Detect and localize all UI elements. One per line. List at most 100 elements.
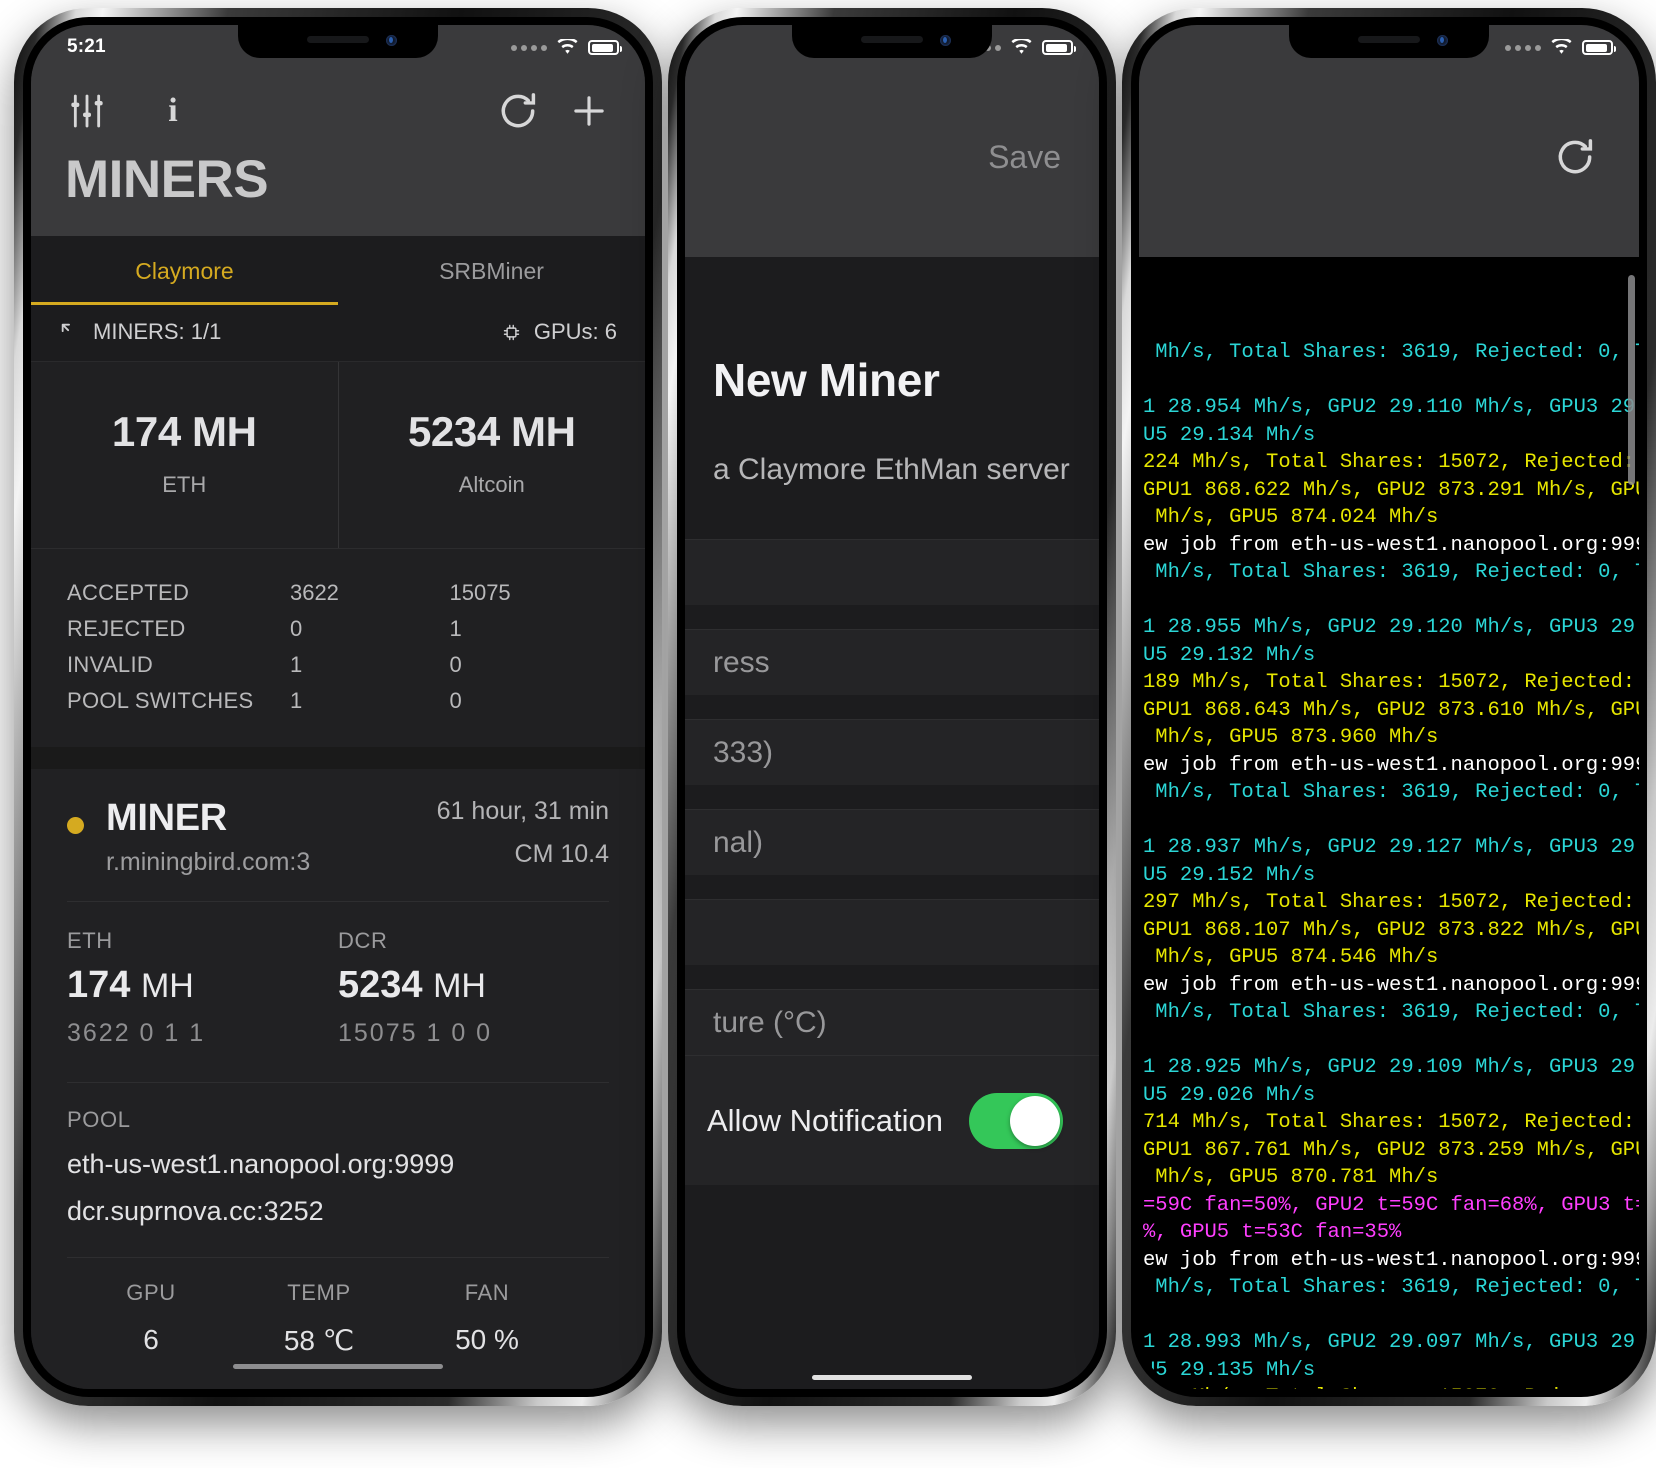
field-placeholder: ture (°C) xyxy=(713,1005,827,1039)
phone-screen: Mh/s, Total Shares: 3619, Rejected: 0, T… xyxy=(1139,25,1639,1389)
console-line: ew job from eth-us-west1.nanopool.org:99… xyxy=(1143,1248,1639,1272)
form-spacer xyxy=(685,605,1099,629)
wifi-icon xyxy=(1550,37,1573,56)
chip-icon xyxy=(503,324,520,340)
tab-srbminer[interactable]: SRBMiner xyxy=(338,236,645,305)
status-dot-icon xyxy=(67,817,84,834)
console-line: Mh/s, Total Shares: 3619, Rejected: 0, T… xyxy=(1155,781,1639,804)
allow-notification-toggle[interactable] xyxy=(969,1092,1063,1149)
allow-notification-row[interactable]: Allow Notification xyxy=(685,1055,1099,1185)
hashrate-altcoin-label: Altcoin xyxy=(458,472,525,497)
console-line: 1 28.955 Mh/s, GPU2 29.120 Mh/s, GPU3 29… xyxy=(1143,616,1639,639)
stat-alt: 15075 xyxy=(449,580,511,605)
extra-field[interactable] xyxy=(685,899,1099,965)
miner-identity: MINER r.miningbird.com:3 xyxy=(106,797,310,877)
console-line: 297 Mh/s, Total Shares: 15072, Rejected:… xyxy=(1143,891,1639,914)
save-button[interactable]: Save xyxy=(988,139,1061,176)
phone-console-log: Mh/s, Total Shares: 3619, Rejected: 0, T… xyxy=(1122,8,1656,1406)
tab-claymore[interactable]: Claymore xyxy=(31,236,338,305)
sliders-icon[interactable] xyxy=(65,89,109,133)
stat-row: POOL SWITCHES 1 0 xyxy=(67,683,609,719)
pool-section: POOL eth-us-west1.nanopool.org:9999 dcr.… xyxy=(67,1083,609,1233)
console-line: 189 Mh/s, Total Shares: 15072, Rejected:… xyxy=(1143,671,1639,694)
front-camera xyxy=(1437,35,1448,46)
signal-dots-icon xyxy=(1505,44,1541,51)
miner-version: CM 10.4 xyxy=(514,840,609,868)
miner-card[interactable]: MINER r.miningbird.com:3 61 hour, 31 min… xyxy=(31,769,645,1389)
console-line: U5 29.152 Mh/s xyxy=(1143,863,1316,887)
refresh-icon[interactable] xyxy=(1553,135,1599,181)
pool-label: POOL xyxy=(67,1107,131,1132)
gpu-total-title: GPU xyxy=(126,1280,176,1305)
gpu-total-count: GPU 6 xyxy=(67,1280,235,1357)
coin-shares: 15075 1 0 0 xyxy=(338,1019,493,1047)
max-temperature-field[interactable]: ture (°C) xyxy=(685,989,1099,1055)
form-spacer xyxy=(685,875,1099,899)
console-line: ew job from eth-us-west1.nanopool.org:99… xyxy=(1143,753,1639,777)
coin-hashrates: ETH 174 MH 3622 0 1 1 DCR 5234 MH 15075 … xyxy=(67,902,609,1058)
hashrate-eth-label: ETH xyxy=(162,472,207,497)
console-line: Mh/s, GPU5 873.960 Mh/s xyxy=(1143,726,1439,749)
home-indicator[interactable] xyxy=(812,1375,972,1380)
battery-icon xyxy=(1582,40,1616,55)
ip-address-field[interactable]: ress xyxy=(685,629,1099,695)
scroll-indicator[interactable] xyxy=(233,1364,443,1369)
gpu-total-value: 50 % xyxy=(455,1324,519,1355)
plus-icon[interactable] xyxy=(567,89,611,133)
coin-number: 5234 xyxy=(338,964,423,1006)
coin-value: 174 MH xyxy=(67,964,338,1007)
pool-eth: eth-us-west1.nanopool.org:9999 xyxy=(67,1149,455,1179)
field-placeholder: nal) xyxy=(713,825,764,859)
miner-name-field[interactable] xyxy=(685,539,1099,605)
info-icon[interactable]: i xyxy=(153,89,193,133)
refresh-icon[interactable] xyxy=(495,88,541,134)
hashrate-summary: 174 MH ETH 5234 MH Altcoin xyxy=(31,362,645,549)
console-line: 1 28.937 Mh/s, GPU2 29.127 Mh/s, GPU3 29… xyxy=(1143,836,1639,859)
phone-new-miner-form: Save New Miner a Claymore EthMan server … xyxy=(668,8,1116,1406)
stat-eth: 0 xyxy=(289,616,303,641)
signal-dots-icon xyxy=(511,44,547,51)
console-line: Mh/s, Total Shares: 3619, Rejected: 0, T… xyxy=(1155,1276,1639,1299)
gpu-totals: GPU 6 TEMP 58 ℃ FAN 50 % xyxy=(67,1258,609,1363)
console-line: 1 28.993 Mh/s, GPU2 29.097 Mh/s, GPU3 29… xyxy=(1143,1331,1639,1354)
form-subtitle: a Claymore EthMan server xyxy=(713,453,1070,486)
miner-host: r.miningbird.com:3 xyxy=(106,848,311,876)
stat-alt: 0 xyxy=(449,652,462,677)
console-scrollbar[interactable] xyxy=(1628,275,1635,485)
status-indicators xyxy=(1505,37,1616,56)
gpus-count-label: GPUs: 6 xyxy=(533,319,617,344)
port-field[interactable]: 333) xyxy=(685,719,1099,785)
stat-alt: 0 xyxy=(449,688,462,713)
battery-icon xyxy=(1042,40,1076,55)
console-line: Mh/s, Total Shares: 3619, Rejected: 0, T… xyxy=(1155,561,1639,584)
notch xyxy=(792,25,992,58)
stat-eth: 1 xyxy=(289,688,303,713)
earpiece-speaker xyxy=(307,36,369,43)
console-line: Mh/s, Total Shares: 3619, Rejected: 0, T… xyxy=(1155,341,1639,364)
console-output[interactable]: Mh/s, Total Shares: 3619, Rejected: 0, T… xyxy=(1139,257,1639,1389)
stat-key: ACCEPTED xyxy=(67,580,190,605)
console-line: =59C fan=50%, GPU2 t=59C fan=68%, GPU3 t… xyxy=(1143,1193,1639,1217)
form-spacer xyxy=(685,785,1099,809)
console-line: 714 Mh/s, Total Shares: 15072, Rejected:… xyxy=(1143,1111,1639,1134)
section-divider xyxy=(31,747,645,769)
password-field[interactable]: nal) xyxy=(685,809,1099,875)
console-line: 937 Mh/s, Total Shares: 15072, Rejected:… xyxy=(1139,1384,1639,1389)
stat-row: REJECTED 0 1 xyxy=(67,611,609,647)
front-camera xyxy=(940,35,951,46)
console-line: GPU1 868.107 Mh/s, GPU2 873.822 Mh/s, GP… xyxy=(1143,918,1639,942)
pickaxe-icon xyxy=(61,323,70,332)
notch xyxy=(238,25,438,58)
hashrate-altcoin-value: 5234 MH xyxy=(407,408,576,455)
gpu-total-temp: TEMP 58 ℃ xyxy=(235,1280,403,1357)
coin-eth: ETH 174 MH 3622 0 1 1 xyxy=(67,928,338,1048)
wifi-icon xyxy=(1010,37,1033,56)
form-spacer xyxy=(685,695,1099,719)
console-line: GPU1 867.761 Mh/s, GPU2 873.259 Mh/s, GP… xyxy=(1143,1138,1639,1162)
miner-meta: 61 hour, 31 min CM 10.4 xyxy=(437,797,609,869)
console-line: Mh/s, GPU5 870.781 Mh/s xyxy=(1143,1166,1439,1189)
